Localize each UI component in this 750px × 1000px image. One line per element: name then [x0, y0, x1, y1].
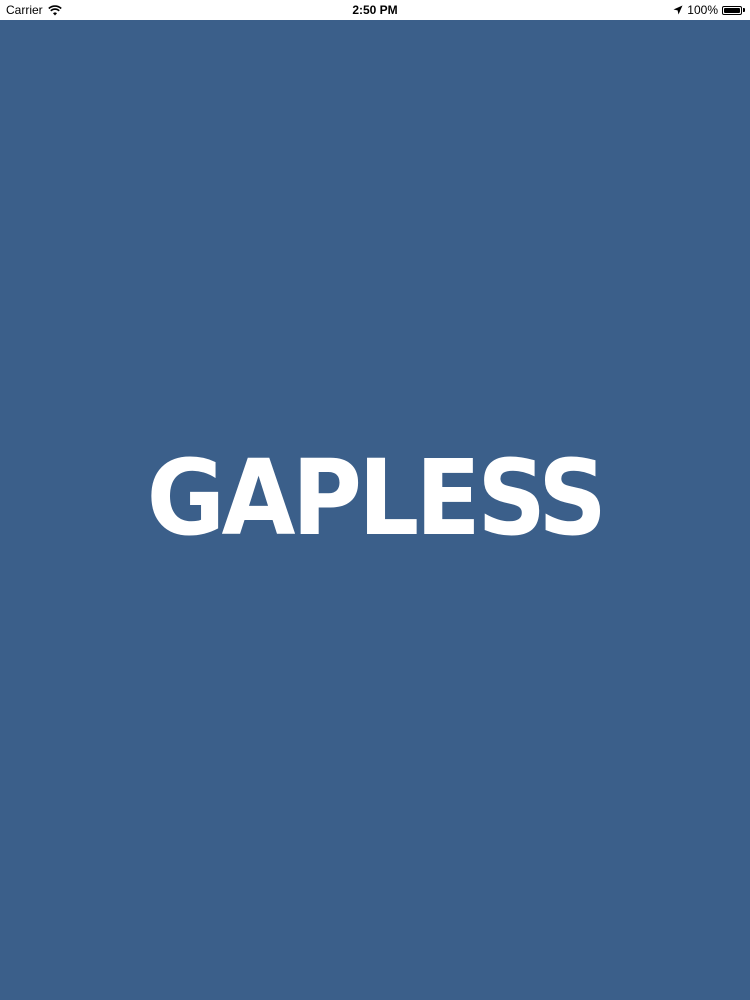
status-right-group: 100% [673, 3, 745, 17]
location-arrow-icon [673, 5, 683, 15]
battery-icon [722, 5, 745, 15]
status-time: 2:50 PM [352, 3, 398, 17]
battery-fill [724, 7, 740, 13]
status-bar: Carrier 2:50 PM 100% [0, 0, 750, 20]
battery-body [722, 5, 742, 15]
battery-tip [743, 8, 745, 12]
app-logo-text: GAPLESS [146, 437, 607, 559]
battery-percent: 100% [687, 3, 718, 17]
